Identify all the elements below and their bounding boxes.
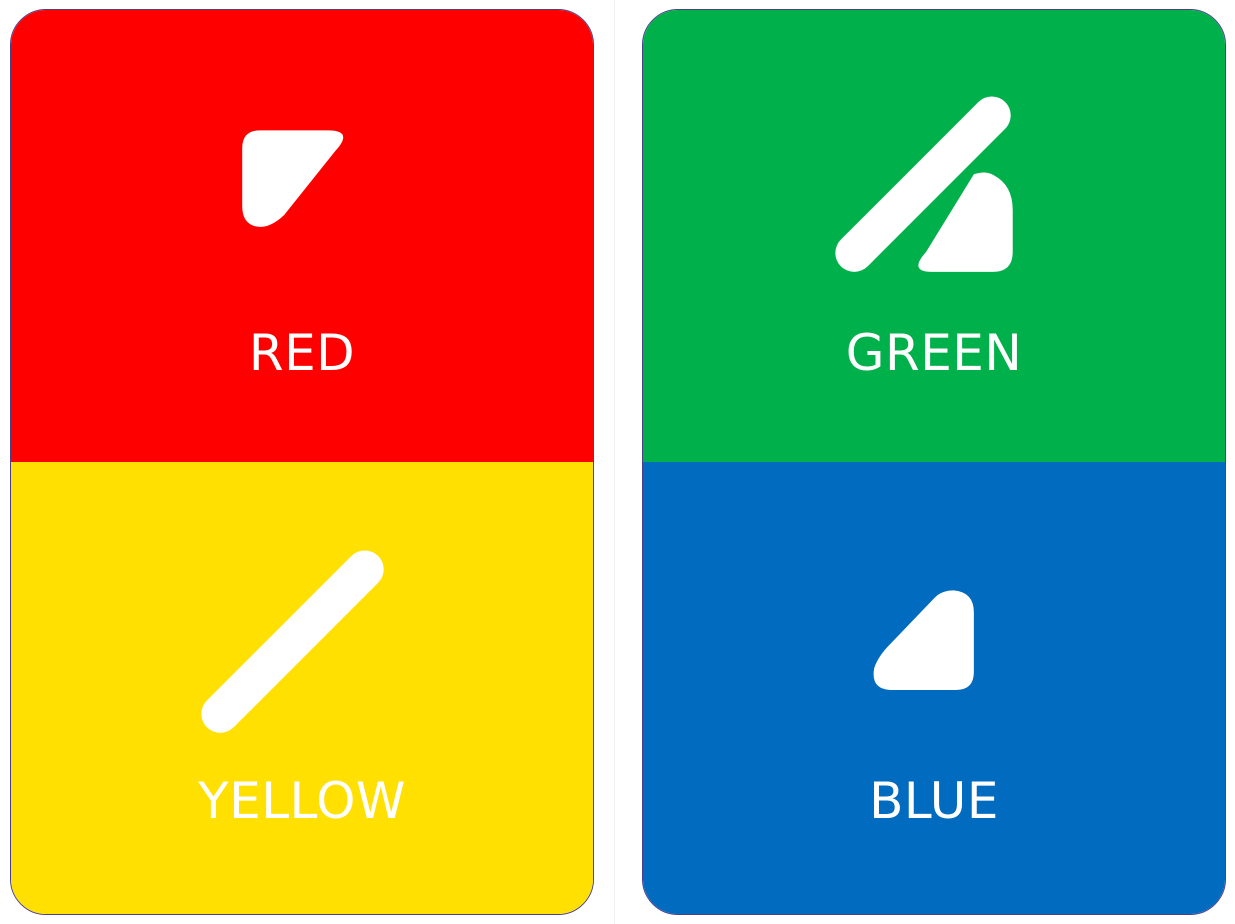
label-green: GREEN <box>845 324 1023 382</box>
panel-red: RED <box>11 10 593 462</box>
corner-triangle-icon <box>873 590 974 690</box>
bar-and-triangle-icon <box>835 96 1013 272</box>
label-red: RED <box>248 324 356 382</box>
card-red-yellow: RED YELLOW <box>10 9 594 915</box>
card-green-blue: GREEN BLUE <box>642 9 1226 915</box>
diagonal-bar-icon <box>201 550 384 733</box>
panel-yellow: YELLOW <box>11 462 593 914</box>
panel-green: GREEN <box>643 10 1225 462</box>
page-divider <box>614 0 615 924</box>
panel-blue: BLUE <box>643 462 1225 914</box>
corner-triangle-icon <box>242 130 344 227</box>
label-yellow: YELLOW <box>198 772 406 830</box>
label-blue: BLUE <box>869 772 999 830</box>
color-cards-page: RED YELLOW GREEN BLUE <box>0 0 1235 924</box>
